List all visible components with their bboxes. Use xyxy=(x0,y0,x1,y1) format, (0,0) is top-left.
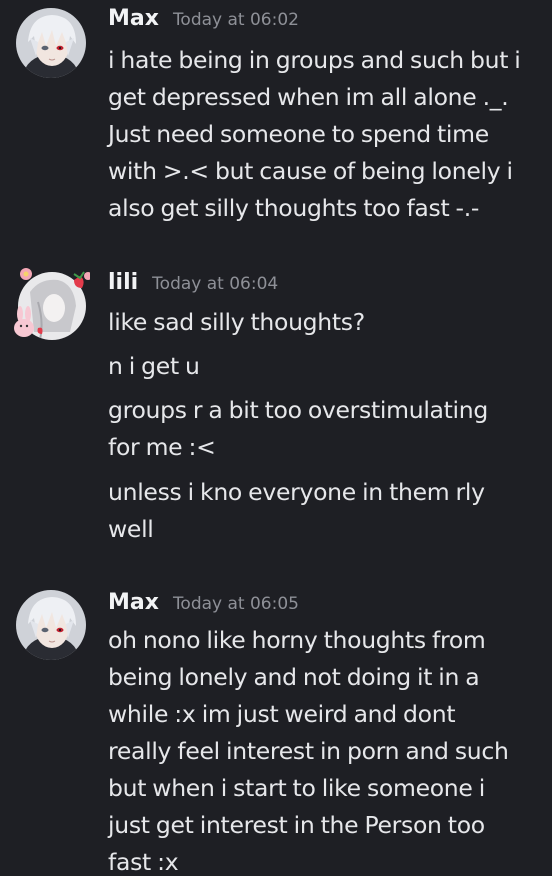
message-timestamp: Today at 06:04 xyxy=(152,274,279,294)
message-text: i hate being in groups and such but i ge… xyxy=(108,46,521,222)
message-timestamp: Today at 06:02 xyxy=(172,10,299,30)
chat-message-list[interactable]: Max Today at 06:02 i hate being in group… xyxy=(0,0,552,876)
message-timestamp: Today at 06:05 xyxy=(172,594,299,614)
author-name[interactable]: Max xyxy=(108,6,159,31)
max-avatar-icon[interactable] xyxy=(16,590,86,660)
message-text: unless i kno everyone in them rly well xyxy=(108,478,485,543)
message-text: n i get u xyxy=(108,352,200,380)
author-name[interactable]: lili xyxy=(108,270,138,295)
author-name[interactable]: Max xyxy=(108,590,159,615)
message-text: groups r a bit too overstimulating for m… xyxy=(108,396,488,461)
message-text: oh nono like horny thoughts from being l… xyxy=(108,626,509,876)
lili-avatar-icon[interactable] xyxy=(14,268,90,340)
max-avatar-icon[interactable] xyxy=(16,8,86,78)
message-text: like sad silly thoughts? xyxy=(108,308,365,336)
